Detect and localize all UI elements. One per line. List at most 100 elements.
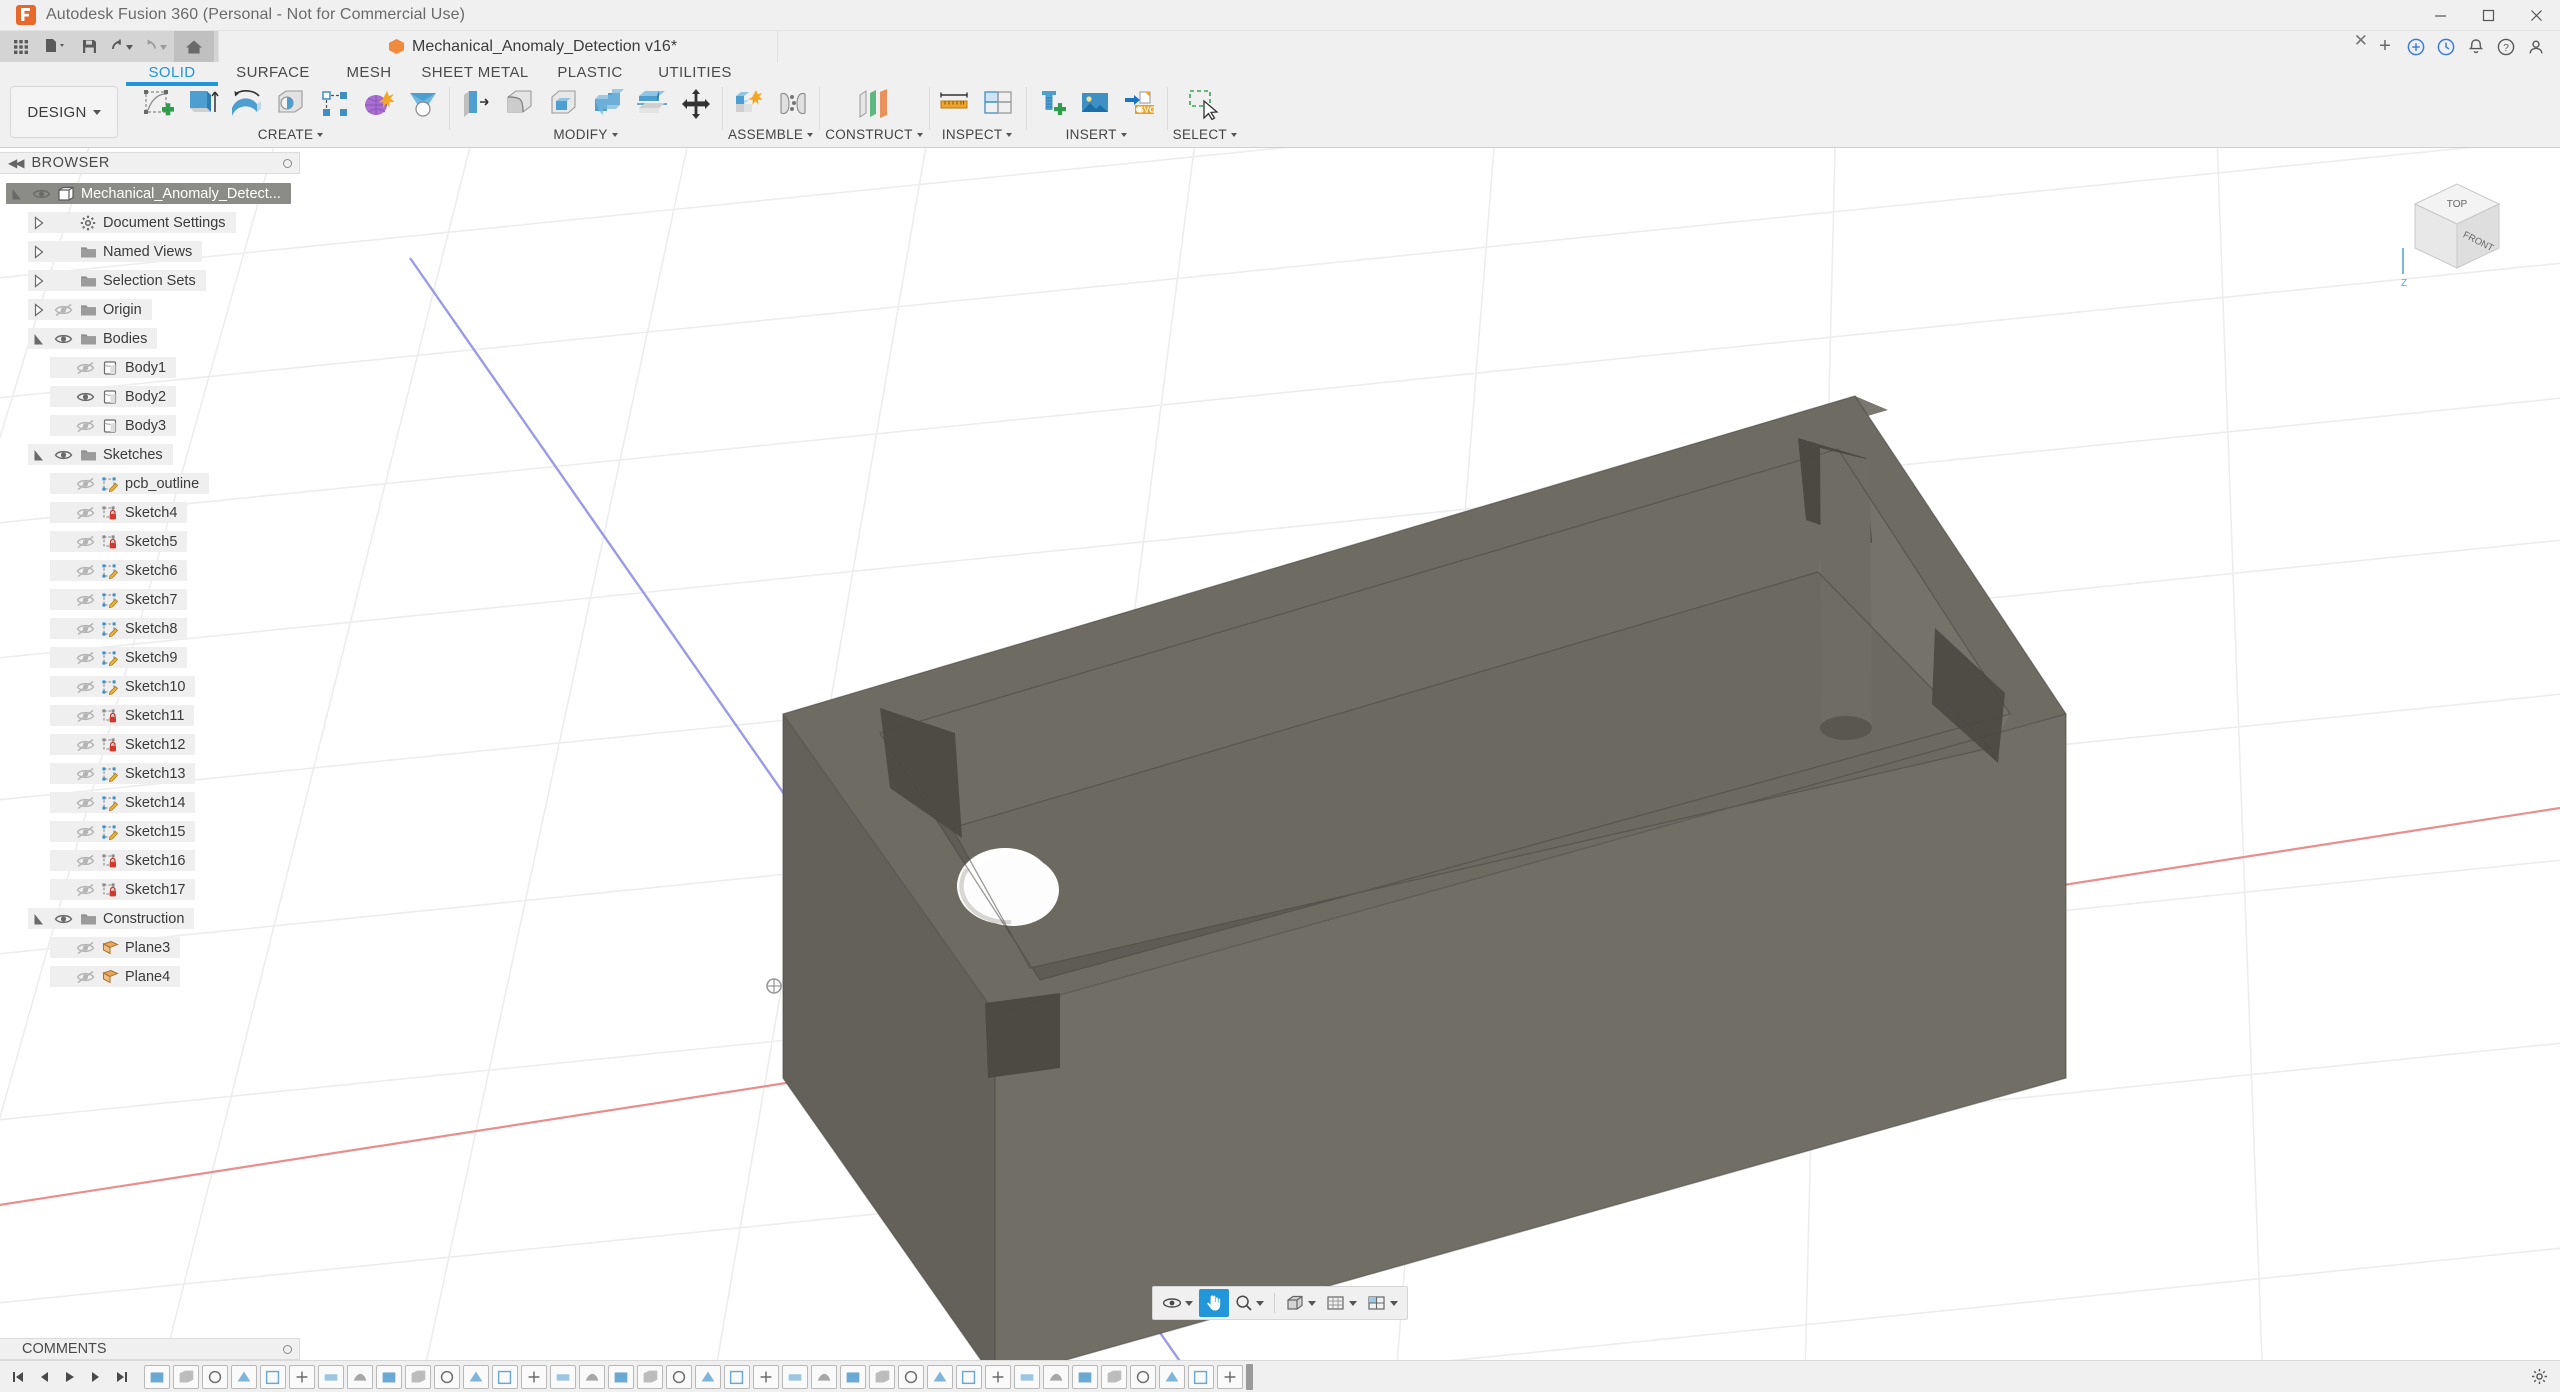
tree-item-sketch6[interactable]: Sketch6 — [0, 556, 308, 585]
tree-item-construction[interactable]: Construction — [0, 904, 308, 933]
document-tab[interactable]: Mechanical_Anomaly_Detection v16* — [218, 31, 778, 62]
timeline-feature[interactable] — [1188, 1365, 1214, 1389]
tree-item-sketch12[interactable]: Sketch12 — [0, 730, 308, 759]
form-icon[interactable] — [358, 84, 399, 124]
home-icon[interactable] — [174, 31, 214, 62]
rectangular-pattern-icon[interactable] — [314, 84, 355, 124]
decal-icon[interactable] — [1076, 84, 1117, 124]
visibility-toggle-icon[interactable] — [72, 593, 98, 607]
visibility-toggle-icon[interactable] — [72, 564, 98, 578]
minimize-button[interactable] — [2416, 0, 2464, 31]
step-forward-icon[interactable] — [84, 1364, 108, 1390]
redo-icon[interactable] — [140, 31, 174, 62]
ribbon-tab-plastic[interactable]: PLASTIC — [540, 64, 640, 84]
visibility-toggle-icon[interactable] — [50, 332, 76, 346]
file-icon[interactable] — [38, 31, 72, 62]
timeline-feature[interactable] — [1014, 1365, 1040, 1389]
tree-item-body3[interactable]: Body3 — [0, 411, 308, 440]
viewports-icon[interactable] — [1363, 1289, 1402, 1317]
ribbon-tab-sheet-metal[interactable]: SHEET METAL — [410, 64, 540, 84]
comments-panel-header[interactable]: COMMENTS — [0, 1338, 300, 1360]
split-face-icon[interactable] — [631, 84, 672, 124]
tree-item-sketch5[interactable]: Sketch5 — [0, 527, 308, 556]
insert-mcmaster-icon[interactable] — [1032, 84, 1073, 124]
section-analysis-icon[interactable] — [979, 84, 1020, 124]
tree-item-origin[interactable]: Origin — [0, 295, 308, 324]
tree-item-sketch7[interactable]: Sketch7 — [0, 585, 308, 614]
tree-item-document-settings[interactable]: Document Settings — [0, 208, 308, 237]
visibility-toggle-icon[interactable] — [72, 622, 98, 636]
timeline-feature[interactable] — [724, 1365, 750, 1389]
timeline-feature[interactable] — [1072, 1365, 1098, 1389]
tree-item-sketch14[interactable]: Sketch14 — [0, 788, 308, 817]
panel-dot-icon[interactable] — [283, 1345, 292, 1354]
ribbon-tab-solid[interactable]: SOLID — [126, 64, 218, 84]
tree-item-selection-sets[interactable]: Selection Sets — [0, 266, 308, 295]
user-account-icon[interactable] — [2522, 31, 2550, 62]
tree-item-sketch11[interactable]: Sketch11 — [0, 701, 308, 730]
grid-snaps-icon[interactable] — [1322, 1289, 1361, 1317]
measure-icon[interactable] — [935, 84, 976, 124]
ribbon-group-inspect-label[interactable]: INSPECT — [942, 127, 1013, 142]
timeline-settings-icon[interactable] — [2531, 1368, 2560, 1385]
timeline-feature[interactable] — [463, 1365, 489, 1389]
tree-item-sketch9[interactable]: Sketch9 — [0, 643, 308, 672]
timeline-feature[interactable] — [550, 1365, 576, 1389]
visibility-toggle-icon[interactable] — [72, 506, 98, 520]
timeline-feature[interactable] — [289, 1365, 315, 1389]
timeline-feature[interactable] — [202, 1365, 228, 1389]
visibility-toggle-icon[interactable] — [72, 390, 98, 404]
timeline-feature[interactable] — [521, 1365, 547, 1389]
maximize-button[interactable] — [2464, 0, 2512, 31]
combine-icon[interactable] — [587, 84, 628, 124]
visibility-toggle-icon[interactable] — [72, 883, 98, 897]
hole-icon[interactable] — [270, 84, 311, 124]
timeline-feature[interactable] — [782, 1365, 808, 1389]
ribbon-tab-surface[interactable]: SURFACE — [218, 64, 328, 84]
move-copy-icon[interactable] — [675, 84, 716, 124]
document-tab-close-icon[interactable]: ✕ — [2330, 31, 2368, 62]
timeline-feature[interactable] — [608, 1365, 634, 1389]
collapse-arrow-icon[interactable] — [28, 332, 50, 346]
save-icon[interactable] — [72, 31, 106, 62]
timeline-feature[interactable] — [840, 1365, 866, 1389]
close-button[interactable] — [2512, 0, 2560, 31]
display-settings-icon[interactable] — [1281, 1289, 1320, 1317]
workspace-selector[interactable]: DESIGN — [10, 86, 118, 138]
go-to-end-icon[interactable] — [110, 1364, 134, 1390]
timeline-marker[interactable] — [1246, 1364, 1253, 1390]
ribbon-group-create-label[interactable]: CREATE — [258, 127, 324, 142]
timeline-feature[interactable] — [985, 1365, 1011, 1389]
visibility-toggle-icon[interactable] — [72, 941, 98, 955]
timeline-feature[interactable] — [1130, 1365, 1156, 1389]
visibility-toggle-icon[interactable] — [72, 854, 98, 868]
expand-arrow-icon[interactable] — [28, 274, 50, 288]
undo-icon[interactable] — [106, 31, 140, 62]
expand-arrow-icon[interactable] — [28, 216, 50, 230]
timeline-feature[interactable] — [1043, 1365, 1069, 1389]
visibility-toggle-icon[interactable] — [72, 651, 98, 665]
timeline-feature[interactable] — [695, 1365, 721, 1389]
ribbon-group-assemble-label[interactable]: ASSEMBLE — [728, 127, 813, 142]
go-to-beginning-icon[interactable] — [6, 1364, 30, 1390]
visibility-toggle-icon[interactable] — [72, 535, 98, 549]
timeline-feature[interactable] — [1159, 1365, 1185, 1389]
tree-item-sketch13[interactable]: Sketch13 — [0, 759, 308, 788]
fillet-icon[interactable] — [499, 84, 540, 124]
collapse-left-icon[interactable]: ◀◀ — [8, 156, 22, 170]
timeline-feature[interactable] — [1217, 1365, 1243, 1389]
ribbon-group-construct-label[interactable]: CONSTRUCT — [825, 127, 922, 142]
collapse-arrow-icon[interactable] — [28, 448, 50, 462]
visibility-toggle-icon[interactable] — [50, 912, 76, 926]
timeline-feature[interactable] — [260, 1365, 286, 1389]
timeline-feature[interactable] — [956, 1365, 982, 1389]
timeline-feature[interactable] — [753, 1365, 779, 1389]
ribbon-tab-utilities[interactable]: UTILITIES — [640, 64, 750, 84]
timeline-feature[interactable] — [637, 1365, 663, 1389]
play-icon[interactable] — [58, 1364, 82, 1390]
timeline-feature[interactable] — [869, 1365, 895, 1389]
viewport-canvas[interactable]: TOP FRONT Z — [0, 148, 2560, 1360]
tree-item-pcb-outline[interactable]: pcb_outline — [0, 469, 308, 498]
timeline-feature[interactable] — [666, 1365, 692, 1389]
app-grid-icon[interactable] — [4, 31, 38, 62]
